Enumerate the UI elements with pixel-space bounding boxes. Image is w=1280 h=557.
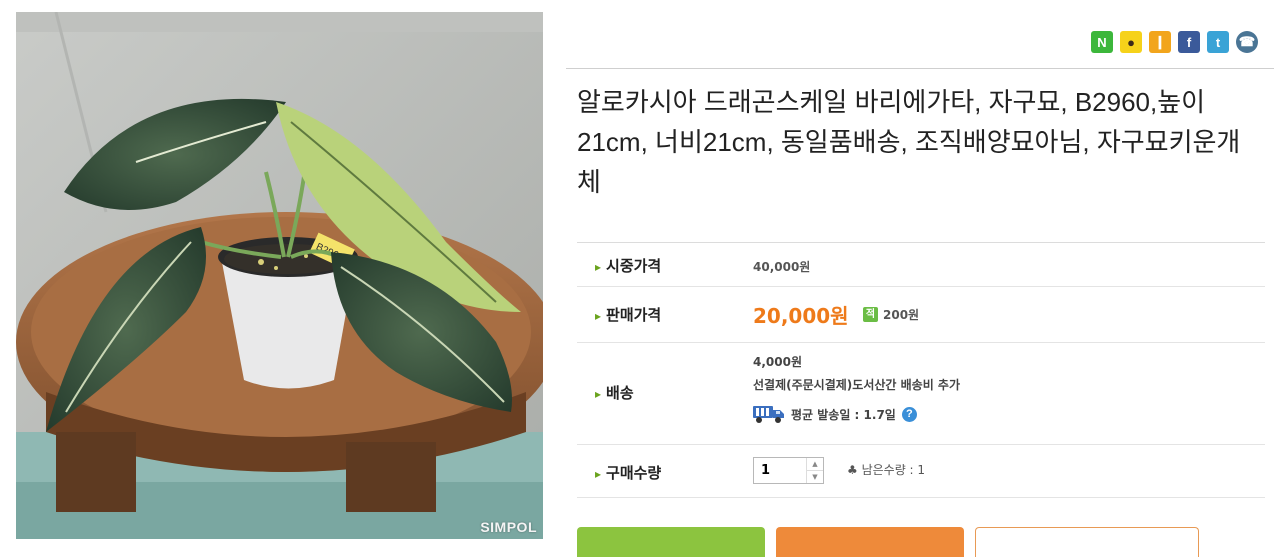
point-value: 200원	[883, 308, 920, 322]
quantity-row: 구매수량 ▲ ▼ ♣ 남은수량 : 1	[577, 445, 1265, 498]
market-price-row: 시중가격 40,000원	[577, 243, 1265, 287]
buy-now-button[interactable]	[577, 527, 765, 557]
quantity-up-button[interactable]: ▲	[807, 458, 823, 471]
divider	[566, 68, 1274, 69]
sale-price-row: 판매가격 20,000원 적 200원	[577, 287, 1265, 343]
share-toolbar: N ● ❙ f t ☎	[1091, 31, 1258, 53]
quantity-spin: ▲ ▼	[806, 458, 823, 483]
quantity-stepper[interactable]: ▲ ▼	[753, 457, 824, 484]
sale-price-label: 판매가격	[595, 304, 661, 325]
avg-ship-text: 평균 발송일 : 1.7일	[791, 407, 896, 422]
plant-photo-illustration: B2960	[16, 12, 543, 539]
shipping-note: 선결제(주문시결제)도서산간 배송비 추가	[753, 378, 961, 392]
quantity-label: 구매수량	[595, 462, 661, 483]
shipping-fee: 4,000원	[753, 355, 802, 369]
kakaotalk-icon[interactable]: ●	[1120, 31, 1142, 53]
naver-icon[interactable]: N	[1091, 31, 1113, 53]
avg-ship-info: 평균 발송일 : 1.7일 ?	[753, 404, 917, 424]
wishlist-button[interactable]	[975, 527, 1199, 557]
market-price-label: 시중가격	[595, 255, 661, 276]
product-title: 알로카시아 드래곤스케일 바리에가타, 자구묘, B2960,높이 21cm, …	[577, 87, 1241, 197]
facebook-icon[interactable]: f	[1178, 31, 1200, 53]
shipping-row: 배송 4,000원 선결제(주문시결제)도서산간 배송비 추가 평균 발송일 :…	[577, 343, 1265, 445]
help-icon[interactable]: ?	[901, 406, 917, 422]
add-to-cart-button[interactable]	[776, 527, 964, 557]
point-info: 적 200원	[863, 306, 919, 323]
sale-price-value: 20,000원	[753, 304, 849, 328]
kakaostory-icon[interactable]: ❙	[1149, 31, 1171, 53]
truck-icon	[753, 406, 784, 423]
watermark-text: SIMPOL	[480, 519, 537, 535]
twitter-icon[interactable]: t	[1207, 31, 1229, 53]
point-icon: 적	[863, 307, 878, 322]
phone-icon[interactable]: ☎	[1236, 31, 1258, 53]
market-price-value: 40,000원	[753, 260, 811, 274]
product-info-table: 시중가격 40,000원 판매가격 20,000원 적 200원 배송 4,00…	[577, 242, 1265, 498]
quantity-down-button[interactable]: ▼	[807, 471, 823, 483]
shipping-label: 배송	[595, 382, 634, 403]
quantity-input[interactable]	[754, 458, 811, 483]
remaining-stock: ♣ 남은수량 : 1	[847, 463, 926, 477]
product-image[interactable]: B2960 SIMPOL	[16, 12, 543, 539]
